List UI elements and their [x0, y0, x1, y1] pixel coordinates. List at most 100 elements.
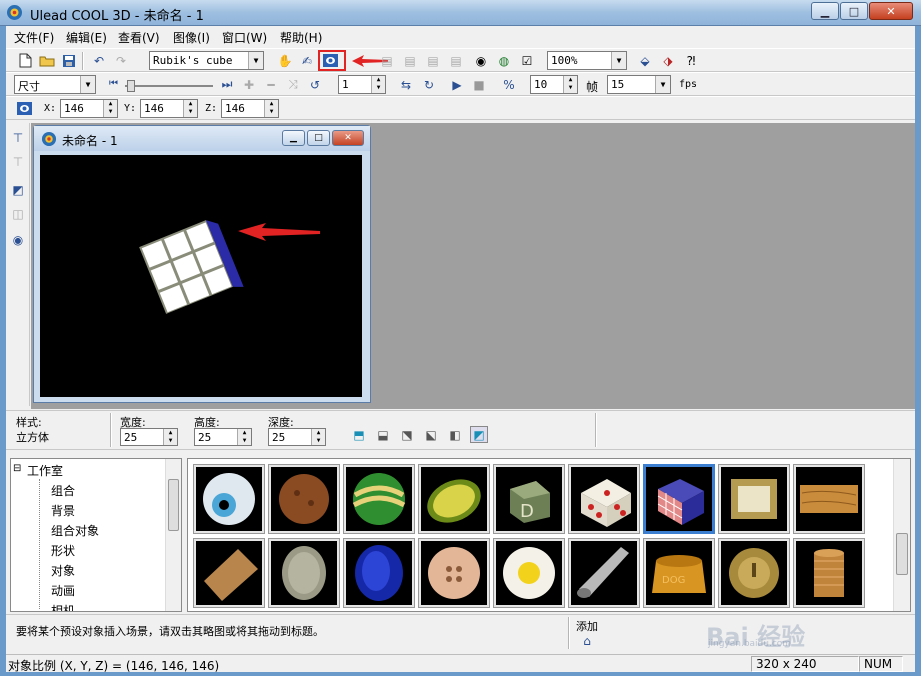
zoom-select[interactable]: 100% ▼ — [547, 51, 627, 70]
first-frame-icon[interactable]: ⏮ — [109, 78, 118, 89]
save-icon[interactable] — [60, 52, 78, 69]
scrollbar-thumb[interactable] — [168, 479, 179, 531]
width-spinner[interactable]: 25 ▲ ▼ — [120, 428, 178, 446]
bevel-style-icon-3[interactable]: ⬔ — [398, 426, 416, 443]
open-folder-icon[interactable] — [38, 52, 56, 69]
rubiks-cube-render[interactable] — [40, 155, 362, 397]
thumb-blue-disc[interactable] — [343, 538, 415, 608]
camera-icon[interactable]: ◉ — [472, 52, 490, 69]
gallery-scrollbar[interactable] — [893, 459, 910, 611]
loop-icon[interactable]: ↺ — [306, 76, 324, 93]
object-center-icon[interactable] — [15, 100, 33, 117]
z-spinner[interactable]: 146 ▲ ▼ — [221, 99, 279, 118]
thumb-striped-ball[interactable] — [343, 464, 415, 534]
spin-buttons[interactable]: ▲ ▼ — [563, 76, 577, 93]
thumb-letter-block-d[interactable]: D — [493, 464, 565, 534]
object-select[interactable]: Rubik's cube ▼ — [149, 51, 264, 70]
insert-shape-icon[interactable]: ◩ — [9, 181, 27, 198]
tree-item-camera[interactable]: 相机 — [51, 602, 75, 611]
bevel-style-icon-1[interactable]: ⬒ — [350, 426, 368, 443]
render-canvas[interactable] — [40, 155, 362, 397]
menu-view[interactable]: 查看(V) — [118, 29, 160, 46]
doc-maximize-button[interactable]: □ — [307, 130, 330, 146]
insert-object-icon[interactable]: ◉ — [9, 231, 27, 248]
scrollbar-thumb[interactable] — [896, 533, 908, 575]
thumb-bowl[interactable]: DOG — [643, 538, 715, 608]
insert-text-icon[interactable]: ⊤ — [9, 129, 27, 146]
tree-item-shape[interactable]: 形状 — [51, 542, 75, 559]
help-pointer-icon[interactable]: ⁈ — [682, 52, 700, 69]
depth-spinner[interactable]: 25 ▲ ▼ — [268, 428, 326, 446]
thumb-fried-egg[interactable] — [493, 538, 565, 608]
spin-buttons[interactable]: ▲ ▼ — [103, 100, 117, 117]
tree-collapse-toggle[interactable]: ⊟ — [13, 463, 21, 474]
thumb-cork-tile[interactable] — [193, 538, 265, 608]
spin-buttons[interactable]: ▲ ▼ — [237, 429, 251, 445]
stop-icon[interactable]: ■ — [470, 76, 488, 93]
maximize-button[interactable]: □ — [840, 2, 868, 20]
thumb-coin[interactable] — [268, 538, 340, 608]
menu-file[interactable]: 文件(F) — [14, 29, 54, 46]
tree-item-group-objects[interactable]: 组合对象 — [51, 522, 99, 539]
tree-item-animation[interactable]: 动画 — [51, 582, 75, 599]
chevron-down-icon[interactable]: ▼ — [80, 76, 95, 93]
spin-buttons[interactable]: ▲ ▼ — [163, 429, 177, 445]
thumb-wood-board[interactable] — [793, 464, 865, 534]
tree-item-background[interactable]: 背景 — [51, 502, 75, 519]
mode-select[interactable]: 尺寸 ▼ — [14, 75, 96, 94]
tree-item-combo[interactable]: 组合 — [51, 482, 75, 499]
height-spinner[interactable]: 25 ▲ ▼ — [194, 428, 252, 446]
slider-thumb[interactable] — [127, 80, 135, 92]
spin-buttons[interactable]: ▲ ▼ — [371, 76, 385, 93]
pingpong-icon[interactable]: ⇆ — [397, 76, 415, 93]
thumb-button[interactable] — [418, 538, 490, 608]
frame-spinner[interactable]: 1 ▲ ▼ — [338, 75, 386, 94]
export-icon[interactable]: ⬗ — [659, 52, 677, 69]
layer-icon-1[interactable]: ▤ — [378, 52, 396, 69]
layer-icon-2[interactable]: ▤ — [401, 52, 419, 69]
bevel-style-icon-4[interactable]: ⬕ — [422, 426, 440, 443]
redo-icon[interactable]: ↷ — [112, 52, 130, 69]
y-spinner[interactable]: 146 ▲ ▼ — [140, 99, 198, 118]
document-title-bar[interactable]: 未命名 - 1 ▁ □ ✕ — [34, 126, 370, 151]
thumb-cone[interactable] — [568, 538, 640, 608]
menu-image[interactable]: 图像(I) — [173, 29, 210, 46]
timeline-slider[interactable]: ⏮ — [109, 78, 217, 92]
chevron-down-icon[interactable]: ▼ — [611, 52, 626, 69]
layer-icon-4[interactable]: ▤ — [447, 52, 465, 69]
thumb-dice[interactable] — [568, 464, 640, 534]
thumb-rubiks-cube[interactable] — [643, 464, 715, 534]
add-keyframe-icon[interactable]: ✚ — [240, 76, 258, 93]
thumb-door-knob[interactable] — [718, 538, 790, 608]
thumb-lemon-slice[interactable] — [418, 464, 490, 534]
tree-root-studio[interactable]: 工作室 — [27, 462, 63, 479]
play-icon[interactable]: ▶ — [448, 76, 466, 93]
reverse-icon[interactable]: ⤨ — [284, 76, 302, 93]
thumb-eyeball[interactable] — [193, 464, 265, 534]
percent-icon[interactable]: % — [500, 76, 518, 93]
doc-minimize-button[interactable]: ▁ — [282, 130, 305, 146]
render-icon[interactable]: ⬙ — [636, 52, 654, 69]
repeat-icon[interactable]: ↻ — [420, 76, 438, 93]
menu-help[interactable]: 帮助(H) — [280, 29, 322, 46]
doc-close-button[interactable]: ✕ — [332, 130, 364, 146]
undo-icon[interactable]: ↶ — [90, 52, 108, 69]
menu-window[interactable]: 窗口(W) — [222, 29, 267, 46]
frames-spinner[interactable]: 10 ▲ ▼ — [530, 75, 578, 94]
new-file-icon[interactable] — [16, 52, 34, 69]
fps-select[interactable]: 15 ▼ — [607, 75, 671, 94]
last-frame-icon[interactable]: ⏭ — [218, 76, 236, 93]
bevel-style-icon-6[interactable]: ◩ — [470, 426, 488, 443]
close-button[interactable]: ✕ — [869, 2, 913, 20]
bevel-style-icon-5[interactable]: ◧ — [446, 426, 464, 443]
hand-move-icon[interactable]: ✋ — [276, 52, 294, 69]
thumb-spool[interactable] — [793, 538, 865, 608]
x-spinner[interactable]: 146 ▲ ▼ — [60, 99, 118, 118]
edit-text-icon[interactable]: ⊤ — [9, 153, 27, 170]
checkbox-icon[interactable]: ☑ — [518, 52, 536, 69]
bevel-style-icon-2[interactable]: ⬓ — [374, 426, 392, 443]
remove-keyframe-icon[interactable]: ━ — [262, 76, 280, 93]
spin-buttons[interactable]: ▲ ▼ — [264, 100, 278, 117]
minimize-button[interactable]: ▁ — [811, 2, 839, 20]
tree-scrollbar[interactable] — [165, 459, 181, 611]
